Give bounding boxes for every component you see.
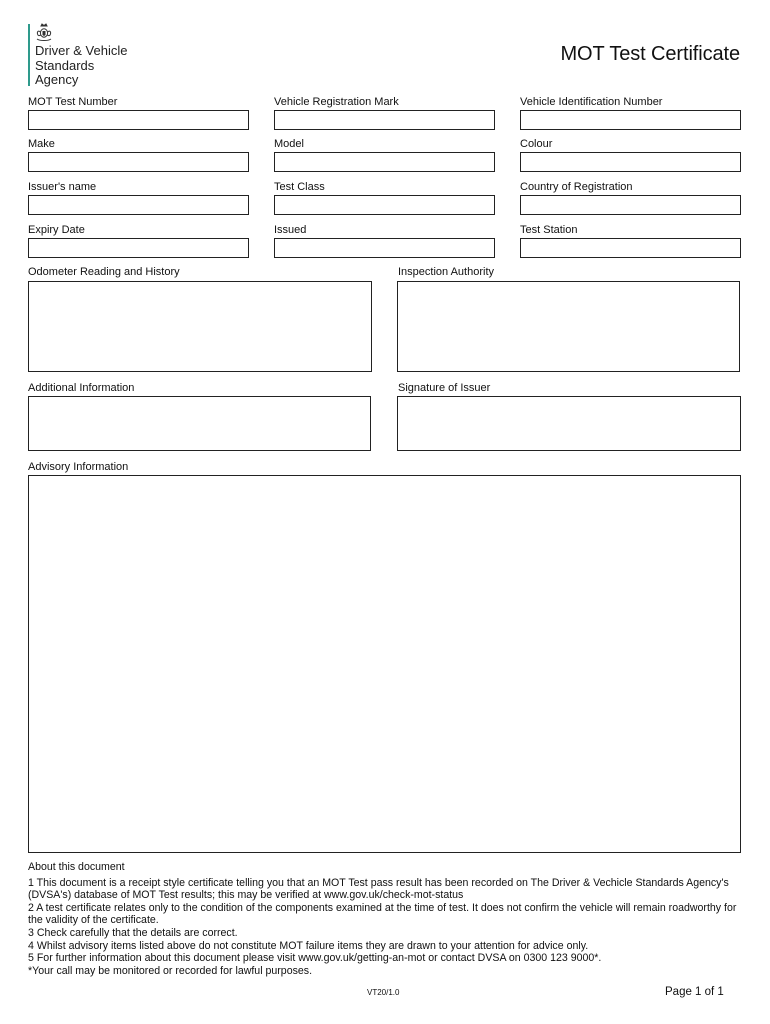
document-title: MOT Test Certificate — [560, 43, 740, 65]
inspection-authority-label: Inspection Authority — [398, 266, 495, 278]
organisation-line: Driver & Vehicle — [35, 43, 128, 58]
expiry-date-label: Expiry Date — [28, 224, 85, 236]
colour-label: Colour — [520, 138, 553, 150]
expiry-date-field[interactable] — [28, 238, 249, 258]
colour-field[interactable] — [520, 152, 741, 172]
about-note: 4 Whilst advisory items listed above do … — [28, 939, 589, 952]
country-of-registration-label: Country of Registration — [520, 181, 633, 193]
mot-test-number-field[interactable] — [28, 110, 249, 130]
organisation-line: Standards — [35, 57, 95, 73]
issuers-name-field[interactable] — [28, 195, 249, 215]
vehicle-registration-mark-label: Vehicle Registration Mark — [274, 96, 399, 108]
issuers-name-label: Issuer's name — [28, 181, 97, 193]
about-note: 3 Check carefully that the details are c… — [28, 926, 238, 939]
advisory-information-field[interactable] — [28, 475, 741, 853]
logo-accent-bar — [28, 24, 30, 86]
royal-crest-icon — [36, 23, 52, 41]
make-field[interactable] — [28, 152, 249, 172]
issued-field[interactable] — [274, 238, 495, 258]
organisation-line: Agency — [35, 72, 79, 87]
odometer-reading-label: Odometer Reading and History — [28, 266, 180, 278]
country-of-registration-field[interactable] — [520, 195, 741, 215]
vehicle-identification-number-field[interactable] — [520, 110, 741, 130]
advisory-information-label: Advisory Information — [28, 461, 129, 473]
form-code: VT20/1.0 — [367, 988, 400, 997]
test-station-label: Test Station — [520, 224, 578, 236]
about-heading: About this document — [28, 861, 125, 873]
about-note: 5 For further information about this doc… — [28, 952, 602, 965]
mot-test-number-label: MOT Test Number — [28, 96, 118, 108]
issued-label: Issued — [274, 224, 307, 236]
additional-information-field[interactable] — [28, 396, 371, 451]
signature-of-issuer-label: Signature of Issuer — [398, 382, 491, 394]
inspection-authority-field[interactable] — [397, 281, 740, 372]
organisation-name: Driver & Vehicle Standards Agency — [35, 43, 128, 88]
test-station-field[interactable] — [520, 238, 741, 258]
signature-of-issuer-field[interactable] — [397, 396, 741, 451]
vehicle-identification-number-label: Vehicle Identification Number — [520, 96, 663, 108]
model-label: Model — [274, 138, 304, 150]
page-number: Page 1 of 1 — [665, 986, 724, 998]
make-label: Make — [28, 138, 55, 150]
about-note: 1 This document is a receipt style certi… — [28, 876, 729, 902]
additional-information-label: Additional Information — [28, 382, 135, 394]
odometer-reading-field[interactable] — [28, 281, 372, 372]
about-this-document: About this document 1 This document is a… — [28, 861, 748, 977]
vehicle-registration-mark-field[interactable] — [274, 110, 495, 130]
test-class-field[interactable] — [274, 195, 495, 215]
model-field[interactable] — [274, 152, 495, 172]
about-note: 2 A test certificate relates only to the… — [28, 901, 737, 927]
about-note: *Your call may be monitored or recorded … — [28, 964, 313, 977]
test-class-label: Test Class — [274, 181, 325, 193]
